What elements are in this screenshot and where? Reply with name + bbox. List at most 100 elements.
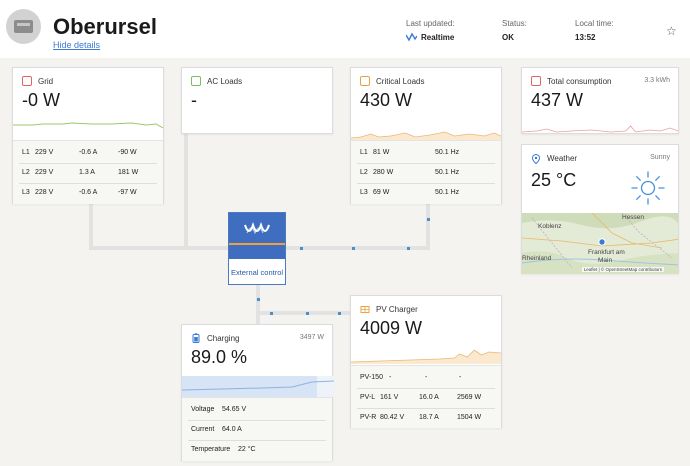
critical-loads-sparkline xyxy=(351,131,501,140)
ac-loads-title: AC Loads xyxy=(207,77,243,86)
pv-sparkline xyxy=(351,349,501,364)
grid-card[interactable]: Grid -0 W L1 229 V -0.6 A -90 W L2 229 V… xyxy=(12,67,164,204)
battery-stat-row: Current 64.0 A xyxy=(182,420,332,440)
battery-stat-row: Temperature 22 °C xyxy=(182,440,332,460)
phase-label: L3 xyxy=(360,189,368,196)
map-label: Rheinland xyxy=(522,255,552,262)
grid-sparkline xyxy=(13,122,163,129)
pv-tracker-row: PV-150 - - - xyxy=(351,368,501,388)
pipe-grid-across xyxy=(89,246,230,250)
phase-power: 181 W xyxy=(118,169,139,176)
ac-loads-value: - xyxy=(191,90,197,110)
phase-frequency: 50.1 Hz xyxy=(435,149,460,156)
weather-temperature: 25 °C xyxy=(531,170,577,190)
solar-panel-icon xyxy=(360,306,370,313)
last-updated-value: Realtime xyxy=(421,33,455,42)
critical-phase-row: L1 81 W 50.1 Hz xyxy=(351,143,501,163)
phase-voltage: 229 V xyxy=(35,149,54,156)
stat-value: 64.0 A xyxy=(222,426,242,433)
critical-loads-title: Critical Loads xyxy=(376,77,425,86)
battery-icon xyxy=(192,333,200,343)
favorite-star-icon[interactable]: ☆ xyxy=(666,24,677,38)
map-label: Frankfurt am xyxy=(588,249,625,256)
site-device-icon xyxy=(6,9,41,44)
total-consumption-card[interactable]: Total consumption 3.3 kWh 437 W xyxy=(521,67,679,134)
location-pin-icon xyxy=(531,154,541,164)
grid-phase-row: L1 229 V -0.6 A -90 W xyxy=(13,143,163,163)
ac-loads-card[interactable]: AC Loads - xyxy=(181,67,333,134)
site-title: Oberursel xyxy=(53,14,157,39)
pv-tracker-row: PV-L 161 V 16.0 A 2569 W xyxy=(351,388,501,408)
stat-value: 22 °C xyxy=(238,446,256,453)
battery-power: 3497 W xyxy=(299,334,324,341)
stat-label: Temperature xyxy=(191,446,231,453)
status-label: Status: xyxy=(502,19,527,28)
battery-stat-row: Voltage 54.65 V xyxy=(182,400,332,420)
consumption-title: Total consumption xyxy=(547,77,612,86)
tracker-current: 18.7 A xyxy=(419,414,439,421)
tracker-voltage: 80.42 V xyxy=(380,414,405,421)
consumption-sparkline xyxy=(522,125,678,133)
tracker-current: - xyxy=(425,374,428,381)
external-control-label[interactable]: External control xyxy=(229,268,285,277)
phase-current: -0.6 A xyxy=(79,149,98,156)
grid-icon xyxy=(22,76,32,86)
consumption-value: 437 W xyxy=(531,90,584,110)
ac-loads-icon xyxy=(191,76,201,86)
phase-power: -97 W xyxy=(118,189,137,196)
battery-soc: 89.0 % xyxy=(191,347,248,367)
phase-voltage: 229 V xyxy=(35,169,54,176)
pv-charger-title: PV Charger xyxy=(376,305,418,314)
consumption-icon xyxy=(531,76,541,86)
grid-phase-row: L2 229 V 1.3 A 181 W xyxy=(13,163,163,183)
tracker-name: PV-R xyxy=(360,414,377,421)
pv-charger-card[interactable]: PV Charger 4009 W PV-150 - - - PV-L 161 … xyxy=(350,295,502,428)
tracker-name: PV-L xyxy=(360,394,376,401)
phase-frequency: 50.1 Hz xyxy=(435,169,460,176)
map-label: Main xyxy=(598,257,613,264)
grid-power-value: -0 W xyxy=(22,90,60,110)
pipe-critical-down xyxy=(426,204,430,250)
grid-phase-table: L1 229 V -0.6 A -90 W L2 229 V 1.3 A 181… xyxy=(13,140,163,204)
flow-dot xyxy=(300,247,303,250)
soc-line xyxy=(182,380,334,391)
pv-tracker-table: PV-150 - - - PV-L 161 V 16.0 A 2569 W PV… xyxy=(351,365,501,428)
tracker-name: PV-150 xyxy=(360,374,383,381)
phase-label: L2 xyxy=(360,169,368,176)
grid-title: Grid xyxy=(38,77,54,86)
victron-logo-icon xyxy=(244,221,270,235)
sun-icon xyxy=(631,171,665,205)
critical-loads-card[interactable]: Critical Loads 430 W L1 81 W 50.1 Hz L2 … xyxy=(350,67,502,204)
phase-label: L1 xyxy=(360,149,368,156)
flow-dot xyxy=(270,312,273,315)
inverter-accent-line xyxy=(229,243,285,245)
phase-power: -90 W xyxy=(118,149,137,156)
critical-phase-row: L2 280 W 50.1 Hz xyxy=(351,163,501,183)
phase-label: L1 xyxy=(22,149,30,156)
flow-dot xyxy=(427,218,430,221)
external-control-block[interactable]: External control xyxy=(228,212,286,285)
flow-dot xyxy=(352,247,355,250)
weather-card: Weather Sunny 25 °C Hessen Koblenz Frank… xyxy=(521,144,679,274)
battery-card[interactable]: Charging 3497 W 89.0 % Voltage 54.65 V C… xyxy=(181,324,334,461)
stat-label: Voltage xyxy=(191,406,215,413)
phase-voltage: 228 V xyxy=(35,189,54,196)
stat-label: Current xyxy=(191,426,215,433)
last-updated-label: Last updated: xyxy=(406,19,455,28)
soc-chart xyxy=(182,376,334,397)
phase-power: 69 W xyxy=(373,189,390,196)
pv-tracker-row: PV-R 80.42 V 18.7 A 1504 W xyxy=(351,408,501,428)
phase-current: -0.6 A xyxy=(79,189,98,196)
location-map[interactable]: Hessen Koblenz Frankfurt am Main Rheinla… xyxy=(522,213,678,274)
critical-phase-row: L3 69 W 50.1 Hz xyxy=(351,183,501,203)
tracker-power: 1504 W xyxy=(457,414,482,421)
tracker-voltage: - xyxy=(389,374,392,381)
weather-title: Weather xyxy=(547,154,578,163)
stat-value: 54.65 V xyxy=(222,406,247,413)
map-attribution[interactable]: Leaflet | © OpenStreetMap contributors xyxy=(581,267,664,272)
status-value: OK xyxy=(502,33,514,42)
phase-current: 1.3 A xyxy=(79,169,95,176)
hide-details-link[interactable]: Hide details xyxy=(53,40,100,50)
critical-loads-value: 430 W xyxy=(360,90,413,110)
battery-state: Charging xyxy=(207,334,240,343)
